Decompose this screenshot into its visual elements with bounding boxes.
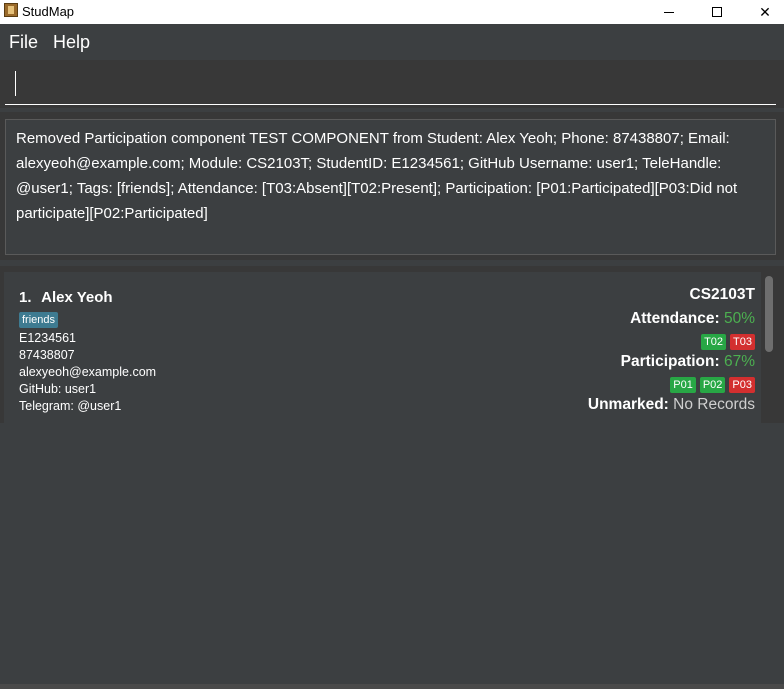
student-name: Alex Yeoh (41, 289, 113, 306)
student-github: GitHub: user1 (19, 382, 97, 396)
module-code: CS2103T (689, 286, 755, 303)
student-email: alexyeoh@example.com (19, 365, 157, 379)
participation-badge: P02 (699, 377, 726, 393)
menu-help[interactable]: Help (53, 32, 90, 53)
participation-summary: Participation: 67% (621, 353, 755, 371)
window-title: StudMap (22, 4, 75, 19)
student-list: 1. Alex Yeoh friends E1234561 87438807 a… (0, 266, 784, 689)
participation-label: Participation: (620, 353, 720, 370)
attendance-badge: T03 (730, 334, 755, 350)
attendance-summary: Attendance: 50% (630, 310, 755, 328)
participation-percent: 67% (723, 353, 755, 370)
tag-badge: friends (19, 312, 59, 328)
maximize-icon (712, 7, 722, 17)
command-box (0, 60, 784, 108)
list-divider (0, 684, 784, 689)
participation-badge: P01 (670, 377, 696, 393)
command-input[interactable] (5, 67, 776, 105)
result-display-area: Removed Participation component TEST COM… (0, 112, 784, 260)
attendance-label: Attendance: (630, 310, 720, 327)
participation-badge: P03 (729, 377, 755, 393)
attendance-badges: T02 T03 (701, 334, 755, 350)
unmarked-label: Unmarked: (587, 396, 669, 413)
app-icon (4, 3, 18, 17)
menu-bar: File Help (0, 24, 784, 60)
attendance-percent: 50% (723, 310, 755, 327)
student-phone: 87438807 (19, 348, 75, 362)
unmarked-summary: Unmarked: No Records (588, 396, 755, 414)
menu-file[interactable]: File (9, 32, 38, 53)
student-id: E1234561 (19, 331, 77, 345)
maximize-button[interactable] (694, 0, 740, 24)
attendance-badge: T02 (701, 334, 727, 350)
student-index: 1. (19, 289, 32, 306)
title-bar: StudMap ✕ (0, 0, 784, 24)
student-card[interactable]: 1. Alex Yeoh friends E1234561 87438807 a… (4, 272, 761, 423)
close-icon: ✕ (759, 3, 771, 20)
participation-badges: P01 P02 P03 (670, 377, 755, 393)
student-name-row: 1. Alex Yeoh (19, 289, 119, 306)
minimize-button[interactable] (646, 0, 692, 24)
text-caret (15, 71, 16, 96)
result-display: Removed Participation component TEST COM… (5, 119, 776, 255)
minimize-icon (664, 11, 674, 13)
student-telegram: Telegram: @user1 (19, 399, 122, 413)
unmarked-value: No Records (673, 396, 755, 413)
list-scrollbar[interactable] (765, 276, 773, 352)
close-button[interactable]: ✕ (742, 0, 784, 24)
